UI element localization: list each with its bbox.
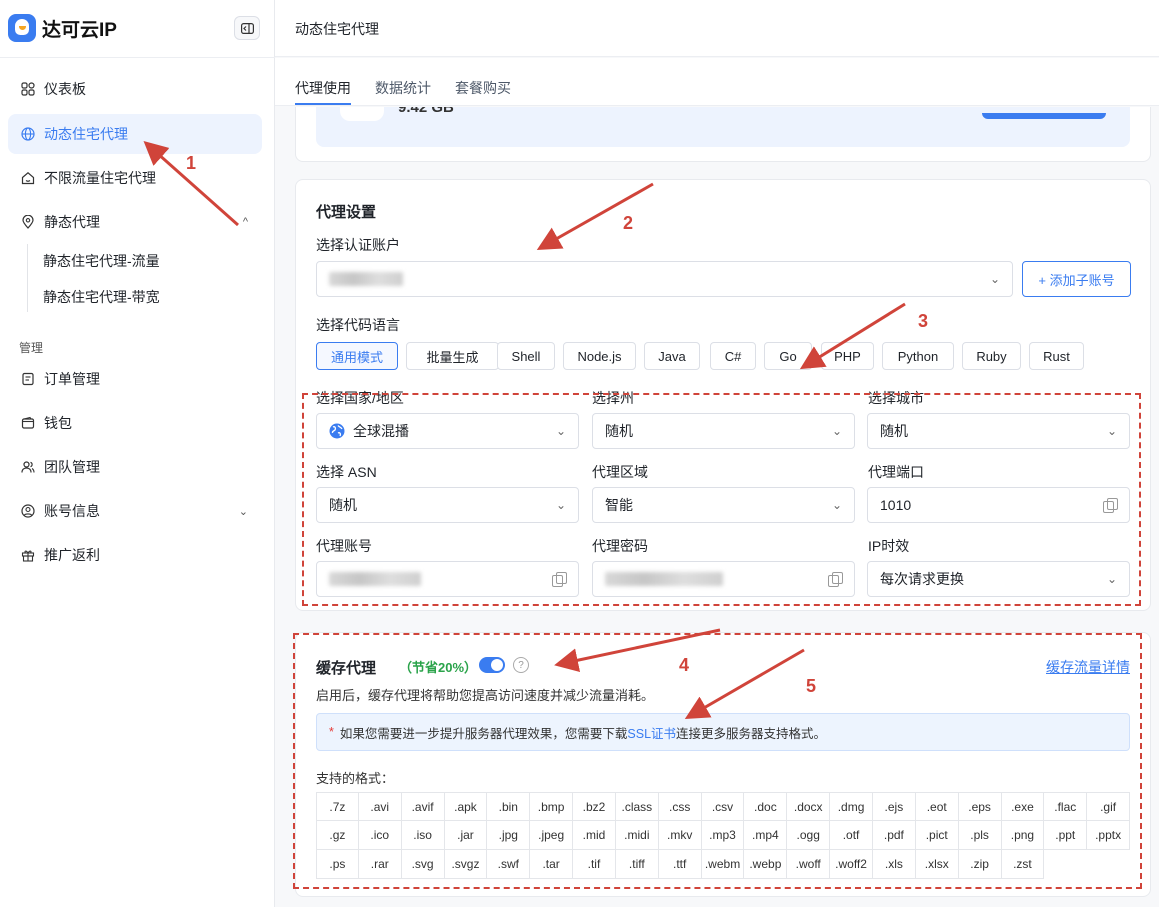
sidebar-item-label: 静态代理 [44, 214, 100, 230]
lang-csharp[interactable]: C# [710, 342, 756, 370]
lang-shell[interactable]: Shell [497, 342, 555, 370]
globe-icon [20, 126, 36, 142]
lang-nodejs[interactable]: Node.js [563, 342, 636, 370]
sidebar-toggle-icon [240, 22, 254, 34]
chevron-down-icon: ⌄ [238, 505, 248, 518]
account-label: 选择认证账户 [316, 237, 400, 253]
annotation-number-3: 3 [918, 311, 929, 331]
wallet-icon [20, 415, 36, 431]
proxy-settings-title: 代理设置 [316, 204, 377, 221]
sidebar-item-label: 钱包 [44, 415, 72, 431]
sidebar-subitem-static-bandwidth[interactable]: 静态住宅代理-带宽 [43, 287, 160, 307]
sidebar-divider [0, 57, 275, 58]
brand-name: 达可云IP [42, 19, 117, 41]
sidebar-item-label: 订单管理 [44, 371, 100, 387]
active-tab-indicator [295, 103, 351, 105]
chevron-down-icon: ⌄ [989, 272, 1000, 286]
add-sub-account-button[interactable]: + 添加子账号 [1022, 261, 1131, 297]
sidebar-item-account-info[interactable]: 账号信息 ⌄ [8, 491, 262, 531]
sidebar-item-static-proxy[interactable]: 静态代理 ^ [8, 202, 262, 242]
sidebar-subitem-static-traffic[interactable]: 静态住宅代理-流量 [43, 251, 160, 271]
sidebar-item-referral[interactable]: 推广返利 [8, 535, 262, 575]
submenu-guide-line [27, 244, 28, 312]
sidebar-item-label: 推广返利 [44, 547, 100, 563]
page-title: 动态住宅代理 [295, 21, 379, 37]
balance-action-button[interactable] [982, 113, 1106, 119]
annotation-number-1: 1 [186, 153, 197, 173]
masked-account [329, 272, 403, 286]
main-content: 动态住宅代理 代理使用 数据统计 套餐购买 9.42 GB 代理设置 选择认证账… [275, 0, 1159, 907]
sidebar-item-unlimited-residential[interactable]: 不限流量住宅代理 [8, 158, 262, 198]
sidebar-item-wallet[interactable]: 钱包 [8, 403, 262, 443]
tab-proxy-usage[interactable]: 代理使用 [295, 78, 351, 98]
annotation-box-cache [293, 633, 1142, 889]
sidebar-item-label: 团队管理 [44, 459, 100, 475]
code-language-label: 选择代码语言 [316, 317, 400, 333]
order-icon [20, 371, 36, 387]
home-icon [20, 170, 36, 186]
sidebar-item-team[interactable]: 团队管理 [8, 447, 262, 487]
group-label-manage: 管理 [19, 341, 44, 355]
lang-python[interactable]: Python [882, 342, 954, 370]
lang-rust[interactable]: Rust [1029, 342, 1084, 370]
balance-box: 9.42 GB [316, 107, 1130, 147]
brand[interactable]: 达可云IP [8, 12, 117, 44]
location-pin-icon [20, 214, 36, 230]
tab-bar: 代理使用 数据统计 套餐购买 [275, 58, 1159, 106]
sidebar-item-label: 动态住宅代理 [44, 126, 128, 142]
balance-icon [340, 107, 384, 121]
gift-icon [20, 547, 36, 563]
collapse-sidebar-button[interactable] [234, 16, 260, 40]
annotation-box-location [302, 393, 1141, 606]
lang-batch[interactable]: 批量生成 [406, 342, 499, 370]
lang-ruby[interactable]: Ruby [962, 342, 1021, 370]
lang-java[interactable]: Java [644, 342, 700, 370]
tab-purchase[interactable]: 套餐购买 [455, 78, 511, 98]
sidebar-item-dynamic-residential[interactable]: 动态住宅代理 [8, 114, 262, 154]
lang-general[interactable]: 通用模式 [316, 342, 398, 370]
team-icon [20, 459, 36, 475]
balance-card: 9.42 GB [295, 107, 1151, 162]
sidebar-item-label: 仪表板 [44, 81, 86, 97]
sidebar-item-label: 账号信息 [44, 503, 100, 519]
user-circle-icon [20, 503, 36, 519]
auth-account-select[interactable]: ⌄ [316, 261, 1013, 297]
sidebar: 达可云IP 仪表板 动态住宅代理 不限流量住宅代理 静态代理 ^ 静态住宅代理-… [0, 0, 275, 907]
balance-value: 9.42 GB [398, 107, 454, 116]
grid-icon [20, 81, 36, 97]
sidebar-item-dashboard[interactable]: 仪表板 [8, 69, 262, 109]
annotation-number-4: 4 [679, 655, 690, 675]
lang-go[interactable]: Go [764, 342, 812, 370]
logo-icon [8, 14, 36, 42]
tab-statistics[interactable]: 数据统计 [375, 78, 431, 98]
sidebar-item-label: 不限流量住宅代理 [44, 170, 156, 186]
sidebar-item-orders[interactable]: 订单管理 [8, 359, 262, 399]
topbar: 动态住宅代理 [275, 0, 1159, 57]
lang-php[interactable]: PHP [821, 342, 874, 370]
annotation-number-2: 2 [623, 213, 634, 233]
chevron-up-icon: ^ [242, 216, 248, 228]
annotation-number-5: 5 [806, 676, 817, 696]
